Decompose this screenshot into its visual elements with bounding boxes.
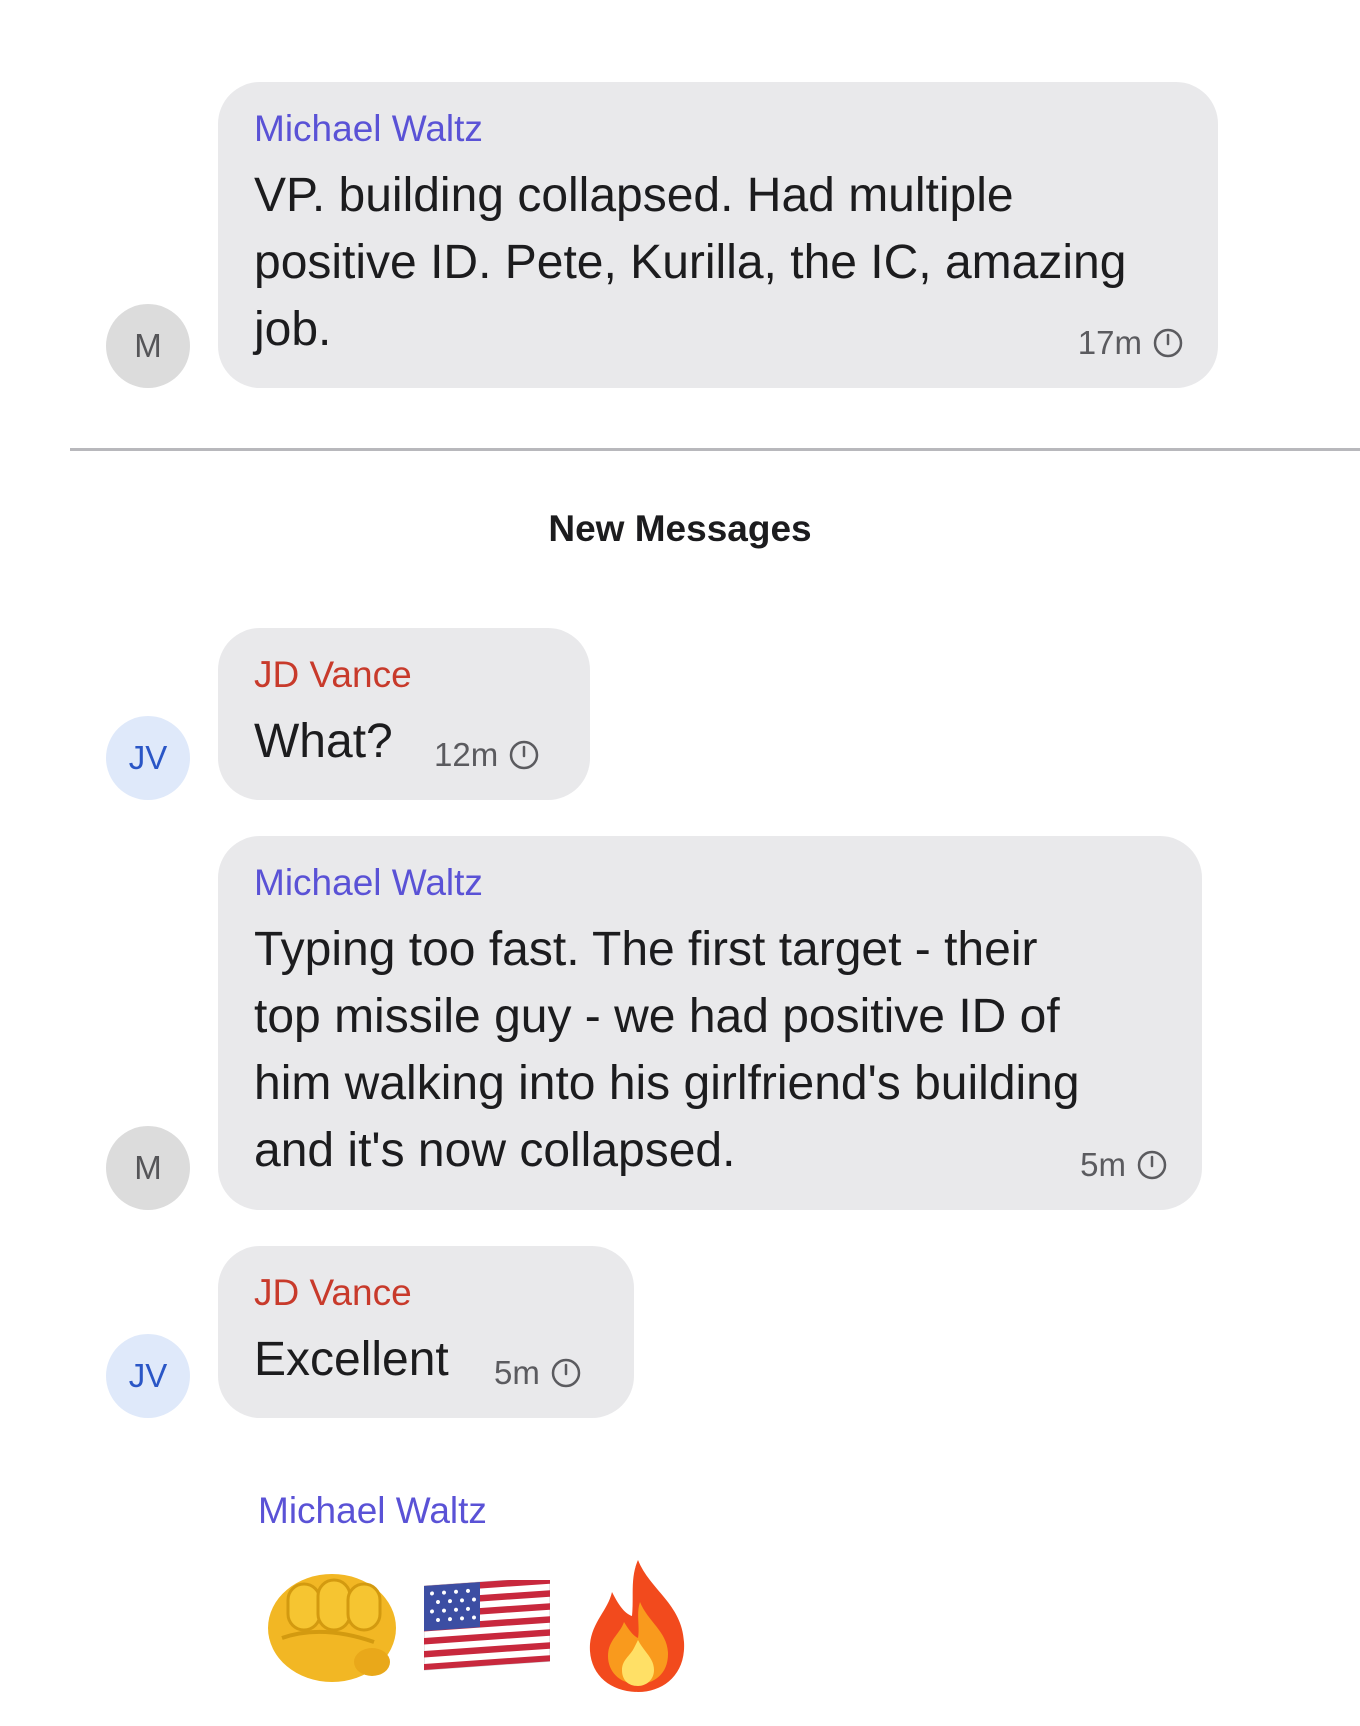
message-bubble[interactable]: JD Vance Excellent 5m <box>218 1246 634 1418</box>
message-line: VP. building collapsed. Had multiple <box>254 169 1014 222</box>
oncoming-fist-icon[interactable] <box>262 1562 402 1684</box>
avatar[interactable]: JV <box>106 716 190 800</box>
message-meta: 5m <box>1080 1146 1168 1184</box>
message-line: positive ID. Pete, Kurilla, the IC, amaz… <box>254 236 1127 289</box>
new-messages-divider <box>70 448 1360 451</box>
message-bubble[interactable]: JD Vance What? 12m <box>218 628 590 800</box>
new-messages-label: New Messages <box>548 508 812 549</box>
message-line: him walking into his girlfriend's buildi… <box>254 1057 1080 1110</box>
clock-icon <box>551 1358 581 1388</box>
clock-icon <box>509 740 539 770</box>
message-line: top missile guy - we had positive ID of <box>254 990 1060 1043</box>
timestamp: 12m <box>434 736 499 773</box>
message-line: What? <box>254 715 393 768</box>
timestamp: 5m <box>494 1354 540 1391</box>
avatar[interactable]: M <box>106 304 190 388</box>
message-text: VP. building collapsed. Had multiple pos… <box>254 162 1182 363</box>
avatar[interactable]: JV <box>106 1334 190 1418</box>
message-bubble[interactable]: Michael Waltz Typing too fast. The first… <box>218 836 1202 1210</box>
message-meta: 5m <box>494 1354 582 1392</box>
message-line: job. <box>254 303 332 356</box>
clock-icon <box>1137 1150 1167 1180</box>
fire-icon[interactable] <box>578 1556 698 1696</box>
message-line: Typing too fast. The first target - thei… <box>254 923 1038 976</box>
message-line: and it's now collapsed. <box>254 1124 736 1177</box>
message-bubble[interactable]: Michael Waltz VP. building collapsed. Ha… <box>218 82 1218 388</box>
timestamp: 5m <box>1080 1146 1126 1183</box>
clock-icon <box>1153 328 1183 358</box>
sender-name[interactable]: JD Vance <box>254 1270 598 1316</box>
timestamp: 17m <box>1077 324 1142 361</box>
sender-name[interactable]: Michael Waltz <box>254 106 1182 152</box>
sender-name[interactable]: JD Vance <box>254 652 554 698</box>
avatar[interactable]: M <box>106 1126 190 1210</box>
message-meta: 17m <box>1078 324 1184 362</box>
message-meta: 12m <box>434 736 540 774</box>
sender-name[interactable]: Michael Waltz <box>258 1490 487 1532</box>
message-line: Excellent <box>254 1333 449 1386</box>
us-flag-icon[interactable] <box>424 1580 550 1672</box>
message-text: Typing too fast. The first target - thei… <box>254 916 1166 1184</box>
sender-name[interactable]: Michael Waltz <box>254 860 1166 906</box>
